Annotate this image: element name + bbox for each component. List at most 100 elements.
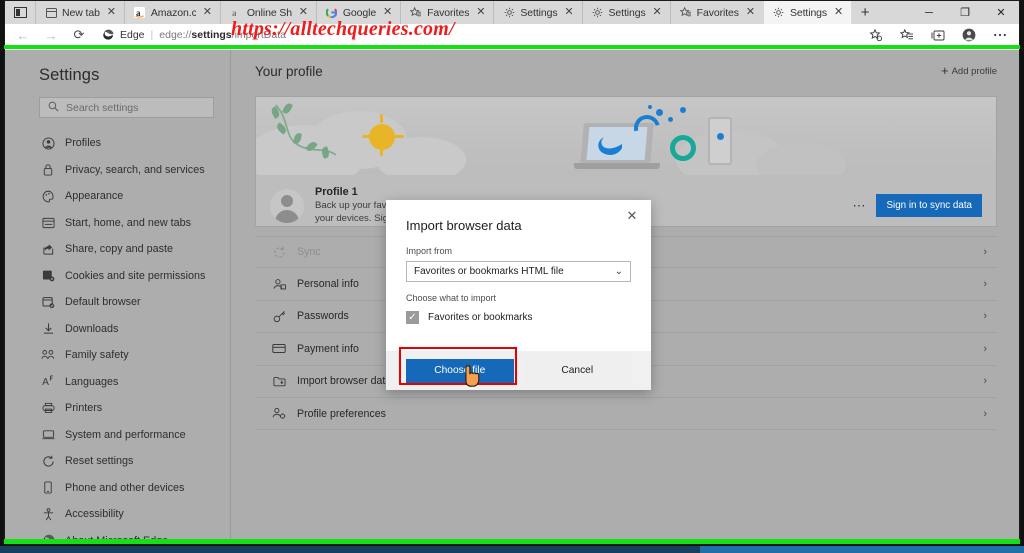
new-tab-button[interactable]: +	[851, 1, 879, 24]
tab-amazon[interactable]: a Amazon.com. ✕	[123, 1, 220, 24]
tab-close-icon[interactable]: ✕	[201, 6, 214, 19]
toolbar-icons	[860, 24, 1015, 46]
close-window-button[interactable]: ✕	[983, 1, 1019, 24]
recording-border-top	[4, 45, 1020, 49]
chevron-right-icon: ›	[983, 246, 987, 259]
printer-icon	[41, 401, 55, 415]
credit-card-icon	[271, 343, 287, 354]
maximize-button[interactable]: ❐	[947, 1, 983, 24]
sidebar-item-profiles[interactable]: Profiles	[5, 130, 230, 157]
sidebar-item-share[interactable]: Share, copy and paste	[5, 236, 230, 263]
cancel-button[interactable]: Cancel	[523, 358, 631, 383]
chevron-down-icon: ⌄	[614, 266, 623, 277]
tab-close-icon[interactable]: ✕	[832, 6, 845, 19]
sidebar-item-label: Profiles	[65, 137, 102, 150]
settings-row-label: Passwords	[297, 310, 349, 323]
close-icon[interactable]: ✕	[623, 207, 641, 225]
back-icon[interactable]: ←	[9, 24, 37, 46]
sidebar-item-phone[interactable]: Phone and other devices	[5, 475, 230, 502]
page-title: Your profile	[255, 64, 323, 79]
address-bar: ← → ⟳ Edge | edge://settings/importData	[5, 24, 1019, 46]
tab-close-icon[interactable]: ✕	[474, 6, 487, 19]
tab-settings-2[interactable]: Settings ✕	[581, 1, 670, 24]
sign-in-to-sync-button[interactable]: Sign in to sync data	[876, 194, 982, 217]
plus-icon: +	[940, 63, 949, 78]
sidebar-item-appearance[interactable]: Appearance	[5, 183, 230, 210]
add-favorite-icon[interactable]	[860, 24, 891, 46]
tab-settings-active[interactable]: Settings ✕	[762, 1, 852, 24]
more-options-icon[interactable]: ⋯	[852, 198, 866, 214]
settings-row-profile-preferences[interactable]: Profile preferences ›	[255, 398, 997, 431]
collections-icon[interactable]	[922, 24, 953, 46]
newtab-icon	[45, 7, 57, 19]
url-input[interactable]: Edge | edge://settings/importData	[93, 25, 860, 45]
chevron-right-icon: ›	[983, 278, 987, 291]
sync-icon	[271, 246, 287, 259]
sidebar-item-label: Family safety	[65, 349, 129, 362]
amazon-icon: a	[230, 7, 242, 19]
tab-close-icon[interactable]: ✕	[105, 6, 118, 19]
sidebar-item-label: Cookies and site permissions	[65, 269, 206, 282]
dialog-title: Import browser data	[406, 218, 522, 233]
import-from-select[interactable]: Favorites or bookmarks HTML file ⌄	[406, 261, 631, 282]
settings-and-more-icon[interactable]	[984, 24, 1015, 46]
sidebar-item-system[interactable]: System and performance	[5, 422, 230, 449]
sidebar-item-label: Phone and other devices	[65, 481, 185, 494]
search-input[interactable]: Search settings	[39, 97, 214, 118]
tab-close-icon[interactable]: ✕	[563, 6, 576, 19]
tab-close-icon[interactable]: ✕	[651, 6, 664, 19]
tab-title: Online Shopp	[246, 6, 292, 19]
favorites-hub-icon[interactable]	[891, 24, 922, 46]
sidebar-item-label: Reset settings	[65, 455, 134, 468]
favorites-checkbox[interactable]: ✓	[406, 311, 419, 324]
personal-info-icon	[271, 278, 287, 291]
share-icon	[41, 242, 55, 256]
main-header: Your profile + Add profile	[255, 64, 997, 90]
forward-icon[interactable]: →	[37, 24, 65, 46]
bottom-strip	[0, 546, 1024, 553]
sidebar-item-cookies[interactable]: Cookies and site permissions	[5, 263, 230, 290]
choose-file-button[interactable]: Choose file	[406, 358, 514, 383]
sidebar-item-label: Privacy, search, and services	[65, 163, 205, 176]
tab-settings-1[interactable]: Settings ✕	[493, 1, 581, 24]
lock-icon	[41, 163, 55, 177]
edge-logo-icon	[101, 29, 114, 42]
sidebar-item-accessibility[interactable]: Accessibility	[5, 501, 230, 528]
tab-title: Favorites	[427, 6, 470, 19]
profile-preferences-icon	[271, 407, 287, 420]
key-icon	[271, 310, 287, 323]
choose-what-to-import-label: Choose what to import	[406, 293, 497, 303]
sidebar-item-start-home[interactable]: Start, home, and new tabs	[5, 210, 230, 237]
tab-close-icon[interactable]: ✕	[744, 6, 757, 19]
profile-actions: ⋯ Sign in to sync data	[852, 194, 982, 217]
tab-title: Settings	[520, 6, 558, 19]
watermark-text: https://alltechqueries.com/	[231, 18, 455, 40]
profile-avatar-icon[interactable]	[953, 24, 984, 46]
settings-sidebar: Settings Search settings Profiles Privac…	[5, 50, 231, 544]
search-icon	[48, 101, 59, 115]
chevron-right-icon: ›	[983, 310, 987, 323]
tab-new-tab[interactable]: New tab ✕	[35, 1, 124, 24]
gear-icon	[592, 7, 604, 19]
recording-border-bottom	[4, 539, 1020, 544]
favorites-checkbox-row[interactable]: ✓ Favorites or bookmarks	[406, 311, 631, 324]
sidebar-item-downloads[interactable]: Downloads	[5, 316, 230, 343]
gear-icon	[773, 7, 785, 19]
sidebar-item-printers[interactable]: Printers	[5, 395, 230, 422]
tab-list-icon[interactable]	[5, 1, 35, 24]
add-profile-button[interactable]: + Add profile	[941, 64, 997, 77]
sidebar-item-privacy[interactable]: Privacy, search, and services	[5, 157, 230, 184]
minimize-button[interactable]: ─	[911, 1, 947, 24]
family-icon	[41, 348, 55, 362]
gear-icon	[503, 7, 515, 19]
tab-favorites-2[interactable]: Favorites ✕	[669, 1, 763, 24]
sidebar-item-default-browser[interactable]: Default browser	[5, 289, 230, 316]
browser-window: New tab ✕ a Amazon.com. ✕ a Online Sho	[4, 0, 1020, 545]
sidebar-item-label: Accessibility	[65, 508, 124, 521]
reload-icon[interactable]: ⟳	[65, 24, 93, 46]
url-separator: |	[150, 29, 154, 41]
sidebar-item-reset[interactable]: Reset settings	[5, 448, 230, 475]
sidebar-item-languages[interactable]: A Languages	[5, 369, 230, 396]
amazon-icon: a	[134, 7, 146, 19]
sidebar-item-family-safety[interactable]: Family safety	[5, 342, 230, 369]
